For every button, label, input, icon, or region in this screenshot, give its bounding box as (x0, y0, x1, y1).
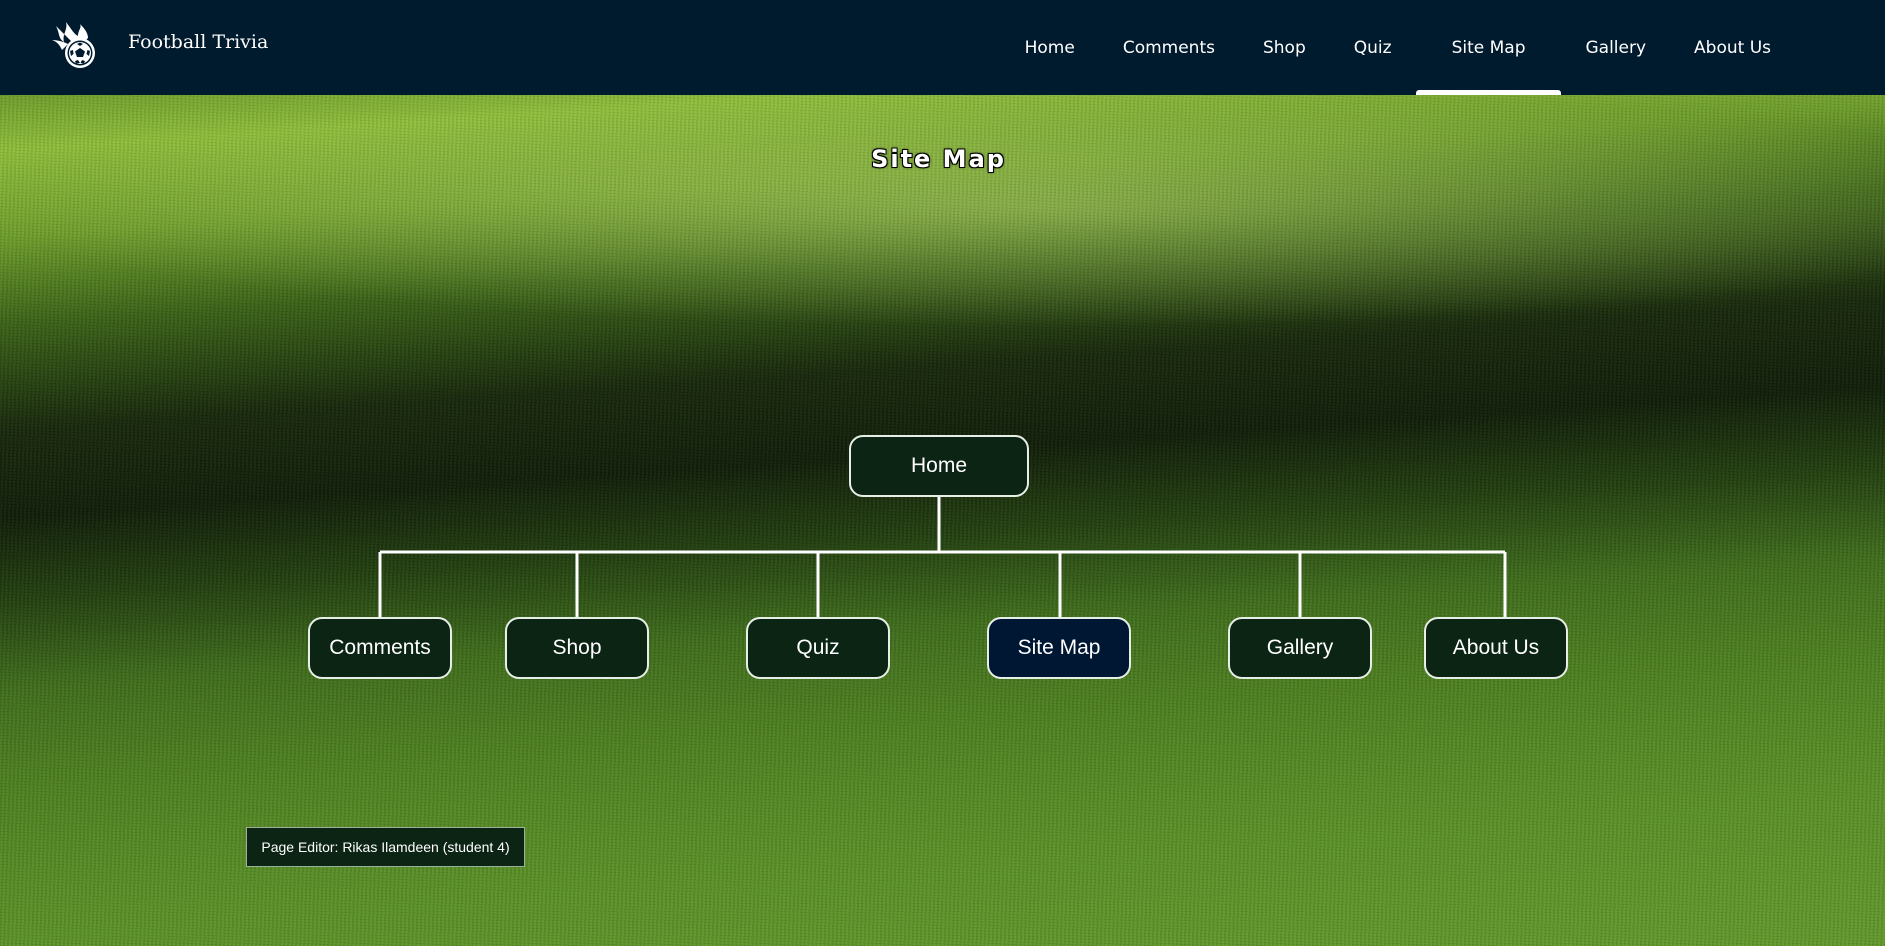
sitemap-node-home[interactable]: Home (849, 435, 1029, 497)
nav-item-gallery[interactable]: Gallery (1561, 0, 1670, 95)
page-title: Site Map (871, 145, 1006, 173)
page-editor-note: Page Editor: Rikas Ilamdeen (student 4) (246, 827, 525, 867)
top-navbar: Football Trivia Home Comments Shop Quiz … (0, 0, 1885, 95)
nav-item-home[interactable]: Home (1001, 0, 1099, 95)
sitemap-node-shop[interactable]: Shop (505, 617, 649, 679)
sitemap-node-gallery[interactable]: Gallery (1228, 617, 1372, 679)
brand[interactable]: Football Trivia (48, 20, 268, 72)
nav-item-shop[interactable]: Shop (1239, 0, 1330, 95)
nav-item-quiz[interactable]: Quiz (1330, 0, 1416, 95)
nav-item-site-map[interactable]: Site Map (1415, 0, 1562, 95)
flaming-football-icon (52, 22, 95, 68)
nav-item-about-us[interactable]: About Us (1670, 0, 1795, 95)
sitemap-node-site-map[interactable]: Site Map (987, 617, 1131, 679)
sitemap-node-comments[interactable]: Comments (308, 617, 452, 679)
sitemap-node-quiz[interactable]: Quiz (746, 617, 890, 679)
nav-item-comments[interactable]: Comments (1099, 0, 1239, 95)
brand-name: Football Trivia (128, 31, 269, 53)
main-nav: Home Comments Shop Quiz Site Map Gallery… (1001, 0, 1795, 95)
sitemap-node-about-us[interactable]: About Us (1424, 617, 1568, 679)
